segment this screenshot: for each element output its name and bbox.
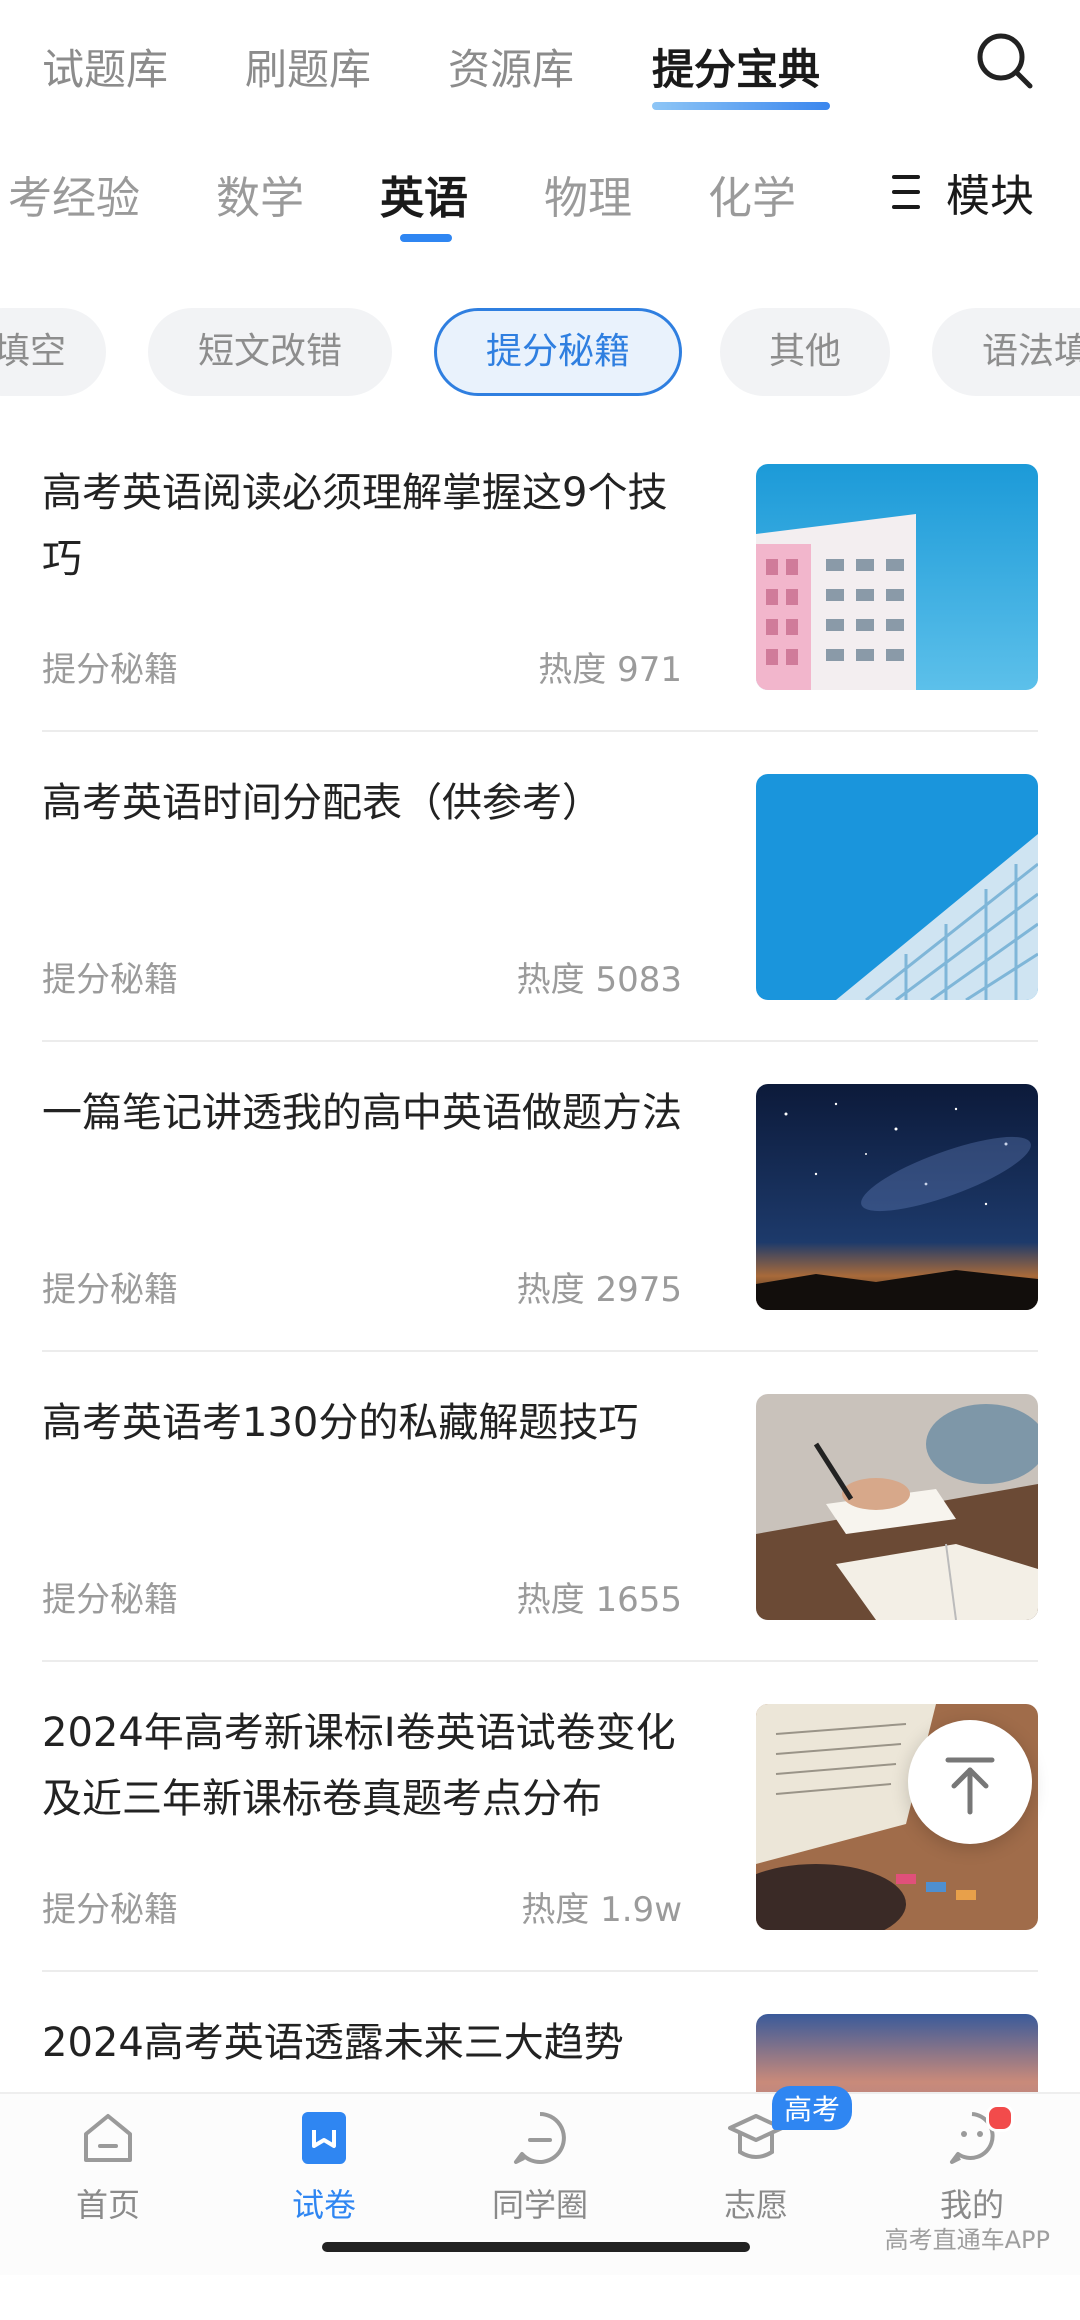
article-tag: 提分秘籍 [42,1890,178,1930]
tab-question-bank[interactable]: 试题库 [42,36,168,97]
divider [42,1970,1038,1972]
module-label: 模块 [946,171,1034,222]
article-thumbnail [756,774,1038,1000]
list-item[interactable]: 一篇笔记讲透我的高中英语做题方法 提分秘籍 热度 2975 [42,1080,1038,1390]
article-tag: 提分秘籍 [42,1580,178,1620]
notification-dot [986,2104,1014,2132]
tab-english[interactable]: 英语 [380,162,468,226]
tab-physics[interactable]: 物理 [544,162,632,226]
nav-profile[interactable]: 我的 [892,2108,1052,2226]
chip-grammar-fill[interactable]: 语法填 [932,308,1080,396]
article-thumbnail [756,1084,1038,1310]
active-tab-indicator [652,102,830,110]
article-heat: 热度 1.9w [521,1890,682,1930]
top-tab-bar: 试题库 刷题库 资源库 提分宝典 [0,0,1080,130]
nav-classmates[interactable]: 同学圈 [460,2108,620,2226]
article-title: 2024高考英语透露未来三大趋势 [42,2020,624,2066]
tab-math[interactable]: 数学 [216,162,304,226]
article-heat: 热度 5083 [516,960,682,1000]
article-thumbnail [756,464,1038,690]
category-chips: 填空 短文改错 提分秘籍 其他 语法填 [0,308,1080,400]
home-indicator[interactable] [322,2242,750,2252]
article-heat: 热度 1655 [516,1580,682,1620]
divider [42,1040,1038,1042]
article-title: 一篇笔记讲透我的高中英语做题方法 [42,1090,682,1136]
list-item[interactable]: 2024年高考新课标I卷英语试卷变化及近三年新课标卷真题考点分布 提分秘籍 热度… [42,1700,1038,2010]
divider [42,1350,1038,1352]
article-tag: 提分秘籍 [42,1270,178,1310]
app-watermark: 高考直通车APP [884,2226,1050,2254]
list-item[interactable]: 高考英语时间分配表（供参考） 提分秘籍 热度 5083 [42,770,1038,1080]
subject-tab-bar: 考经验 数学 英语 物理 化学 模块 [0,130,1080,260]
chip-other[interactable]: 其他 [720,308,890,396]
article-heat: 热度 971 [538,650,682,690]
tab-exam-experience[interactable]: 考经验 [8,162,140,226]
list-item[interactable]: 高考英语考130分的私藏解题技巧 提分秘籍 热度 1655 [42,1390,1038,1700]
search-icon[interactable] [974,30,1036,92]
article-thumbnail [756,1394,1038,1620]
exam-paper-icon [302,2112,346,2164]
tab-score-guide[interactable]: 提分宝典 [652,36,820,97]
menu-icon [892,175,920,209]
tab-resource-bank[interactable]: 资源库 [448,36,574,97]
gaokao-badge: 高考 [772,2086,853,2130]
nav-label: 试卷 [291,2186,356,2224]
active-subject-indicator [400,234,452,242]
article-title: 高考英语阅读必须理解掌握这9个技巧 [42,470,668,582]
article-tag: 提分秘籍 [42,960,178,1000]
list-item[interactable]: 高考英语阅读必须理解掌握这9个技巧 提分秘籍 热度 971 [42,460,1038,770]
article-title: 2024年高考新课标I卷英语试卷变化及近三年新课标卷真题考点分布 [42,1710,676,1822]
back-to-top-button[interactable] [908,1720,1032,1844]
home-icon [84,2114,132,2162]
nav-label: 首页 [75,2186,140,2224]
article-tag: 提分秘籍 [42,650,178,690]
nav-label: 同学圈 [491,2186,588,2224]
article-heat: 热度 2975 [516,1270,682,1310]
chip-error-correction[interactable]: 短文改错 [148,308,392,396]
tab-chemistry[interactable]: 化学 [708,162,796,226]
chat-circle-icon [514,2112,566,2164]
divider [42,730,1038,732]
nav-label: 志愿 [723,2186,788,2224]
chip-score-tips[interactable]: 提分秘籍 [434,308,682,396]
nav-exam-papers[interactable]: 试卷 [244,2108,404,2226]
article-title: 高考英语时间分配表（供参考） [42,780,602,826]
module-button[interactable]: 模块 [892,160,1034,224]
nav-home[interactable]: 首页 [28,2108,188,2226]
divider [42,1660,1038,1662]
chip-fill-blank[interactable]: 填空 [0,308,106,396]
tab-practice-bank[interactable]: 刷题库 [245,36,371,97]
article-title: 高考英语考130分的私藏解题技巧 [42,1400,639,1446]
arrow-up-icon [945,1757,995,1815]
